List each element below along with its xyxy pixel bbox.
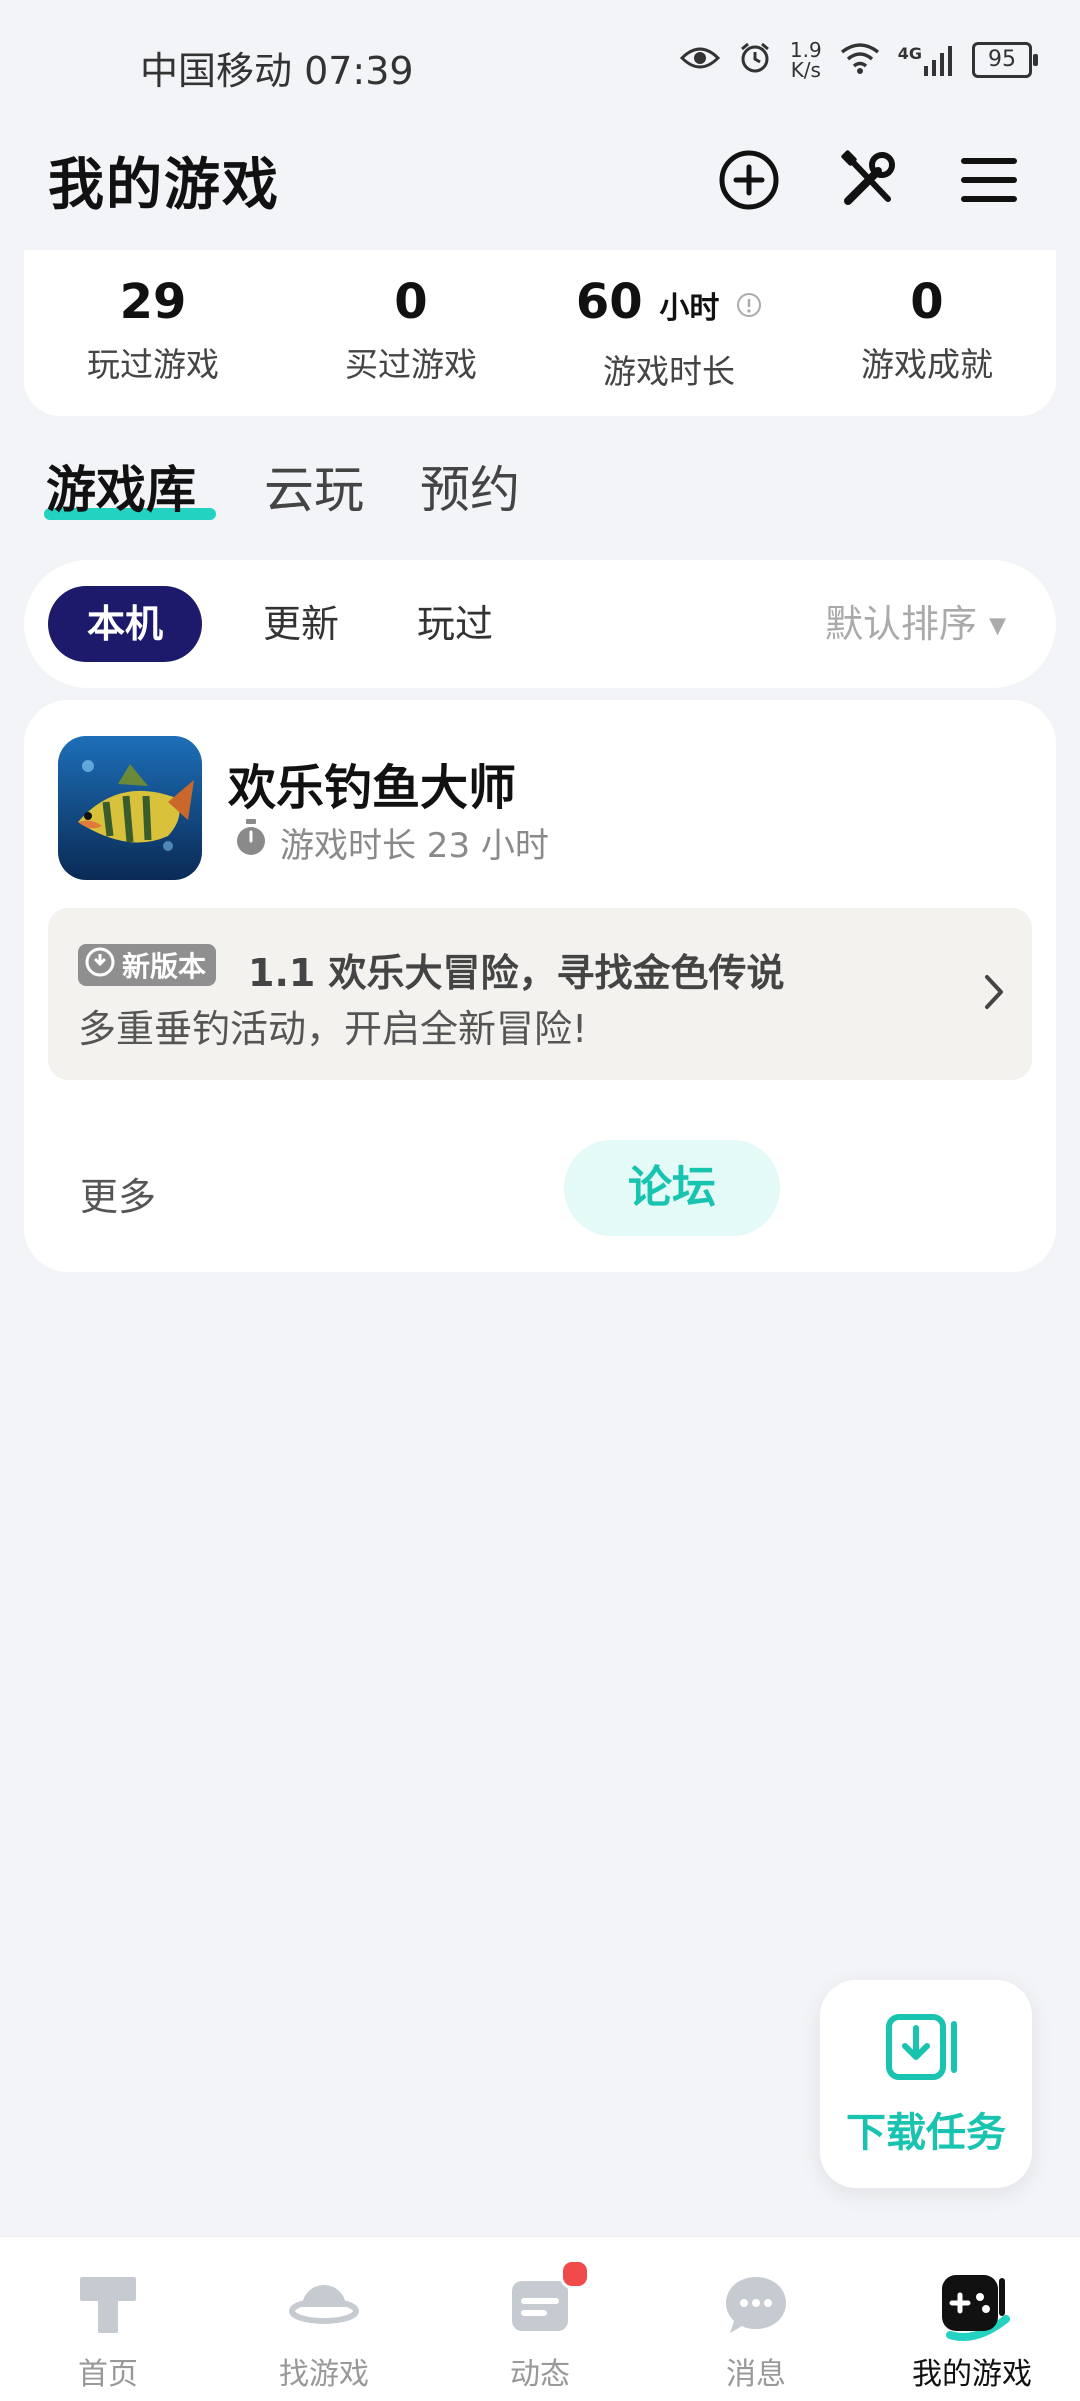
stat-play-time[interactable]: 60 小时 游戏时长 [540,272,798,393]
page-title: 我的游戏 [48,153,280,218]
nav-label: 首页 [78,2357,138,2392]
net-speed: 1.9 K/s [789,38,822,82]
filter-bar: 本机 更新 玩过 默认排序 ▼ [24,560,1056,688]
stat-unit: 小时 [659,291,720,326]
stopwatch-icon [234,819,268,866]
tab-reservations[interactable]: 预约 [420,450,520,522]
carrier-time: 中国移动 07:39 [140,49,414,93]
caret-down-icon: ▼ [989,613,1006,639]
filter-chip-played[interactable]: 玩过 [378,586,532,662]
game-card[interactable]: 欢乐钓鱼大师 游戏时长 23 小时 新版本 1.1 欢乐大冒险，寻找金色传说 多… [24,700,1056,1272]
update-title: 1.1 欢乐大冒险，寻找金色传说 [248,951,785,995]
home-icon [72,2269,144,2341]
new-version-badge: 新版本 [78,944,217,986]
playtime-text: 游戏时长 23 小时 [280,826,549,866]
planet-icon [288,2269,360,2341]
stats-card: 29 玩过游戏 0 买过游戏 60 小时 游戏时长 0 游戏成就 [24,250,1056,416]
battery-icon: 95 [972,42,1038,78]
nav-label: 动态 [510,2357,570,2392]
nav-item-home[interactable]: 首页 [0,2237,216,2401]
signal-icon: 4G [898,44,954,76]
filter-chip-local[interactable]: 本机 [48,586,202,662]
sort-label: 默认排序 [824,602,977,646]
tools-icon[interactable] [833,144,905,216]
stat-value: 29 [119,274,187,330]
stat-label: 买过游戏 [345,345,477,384]
nav-label: 我的游戏 [912,2357,1032,2392]
download-tasks-label: 下载任务 [846,2110,1006,2156]
stat-label: 游戏成就 [861,345,993,384]
nav-label: 找游戏 [279,2357,369,2392]
game-playtime: 游戏时长 23 小时 [234,818,549,867]
message-icon [720,2269,792,2341]
stat-value: 60 [575,274,643,330]
chevron-right-icon [982,972,1006,1016]
forum-button[interactable]: 论坛 [564,1140,780,1236]
tab-cloud-play[interactable]: 云玩 [264,450,364,522]
stat-label: 玩过游戏 [87,345,219,384]
stat-achievements[interactable]: 0 游戏成就 [798,272,1056,386]
bottom-nav: 首页 找游戏 动态 消息 我的游戏 [0,2236,1080,2401]
more-button[interactable]: 更多 [80,1166,156,1221]
status-icons: 1.9 K/s 4G 95 [679,38,1038,82]
stat-played-games[interactable]: 29 玩过游戏 [24,272,282,386]
stat-value: 0 [394,274,428,330]
add-circle-icon[interactable] [713,144,785,216]
filter-chip-updates[interactable]: 更新 [224,586,378,662]
info-icon[interactable] [736,274,762,330]
alarm-icon [738,41,772,79]
game-name[interactable]: 欢乐钓鱼大师 [228,748,516,818]
nav-item-feed[interactable]: 动态 [432,2237,648,2401]
update-description: 多重垂钓活动，开启全新冒险! [78,1007,588,1051]
download-tasks-button[interactable]: 下载任务 [820,1980,1032,2188]
version-logo-icon [84,946,116,985]
nav-item-discover[interactable]: 找游戏 [216,2237,432,2401]
wifi-icon [840,42,880,78]
nav-label: 消息 [726,2357,786,2392]
download-icon [886,2014,966,2084]
nav-item-messages[interactable]: 消息 [648,2237,864,2401]
eye-icon [679,44,721,76]
sort-dropdown[interactable]: 默认排序 ▼ [825,586,1006,665]
update-banner[interactable]: 新版本 1.1 欢乐大冒险，寻找金色传说 多重垂钓活动，开启全新冒险! [48,908,1032,1080]
nav-item-my-games[interactable]: 我的游戏 [864,2237,1080,2401]
notification-dot [560,2259,590,2289]
stat-label: 游戏时长 [603,352,735,391]
menu-icon[interactable] [953,144,1025,216]
gamepad-icon [936,2269,1010,2341]
status-bar: 中国移动 07:39 1.9 K/s 4G 95 [0,0,1080,130]
tab-game-library[interactable]: 游戏库 [46,450,196,522]
game-icon[interactable] [58,736,202,880]
stat-value: 0 [910,274,944,330]
stat-bought-games[interactable]: 0 买过游戏 [282,272,540,386]
